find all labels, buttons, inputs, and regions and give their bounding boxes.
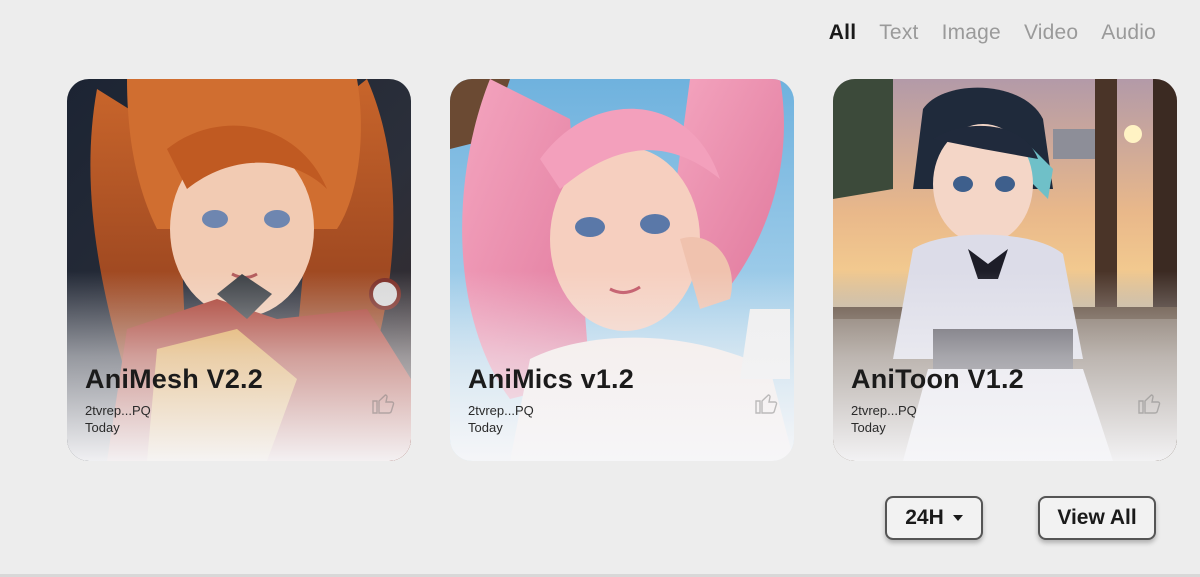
- tab-image[interactable]: Image: [942, 20, 1001, 46]
- model-card-list: AniMesh V2.2 2tvrep...PQ Today AniMics v…: [67, 79, 1177, 461]
- card-date: Today: [85, 420, 120, 435]
- card-title: AniToon V1.2: [851, 364, 1024, 394]
- model-card-anitoon[interactable]: AniToon V1.2 2tvrep...PQ Today: [833, 79, 1177, 461]
- card-title: AniMesh V2.2: [85, 364, 263, 394]
- model-card-animesh[interactable]: AniMesh V2.2 2tvrep...PQ Today: [67, 79, 411, 461]
- tab-all[interactable]: All: [829, 20, 856, 46]
- card-date: Today: [468, 420, 503, 435]
- card-author: 2tvrep...PQ: [85, 403, 151, 418]
- card-author: 2tvrep...PQ: [468, 403, 534, 418]
- time-range-dropdown[interactable]: 24H: [885, 496, 983, 540]
- tab-video[interactable]: Video: [1024, 20, 1078, 46]
- card-title: AniMics v1.2: [468, 364, 634, 394]
- model-card-animics[interactable]: AniMics v1.2 2tvrep...PQ Today: [450, 79, 794, 461]
- thumbs-up-icon: [1138, 394, 1161, 414]
- tab-audio[interactable]: Audio: [1101, 20, 1156, 46]
- caret-down-icon: [952, 515, 963, 521]
- card-author: 2tvrep...PQ: [851, 403, 917, 418]
- card-date: Today: [851, 420, 886, 435]
- time-range-label: 24H: [905, 506, 944, 529]
- view-all-button[interactable]: View All: [1038, 496, 1156, 540]
- thumbs-up-icon: [372, 394, 395, 414]
- model-gallery-page: All Text Image Video Audio AniMesh V2.2 …: [0, 0, 1200, 577]
- tab-text[interactable]: Text: [879, 20, 918, 46]
- category-tabs: All Text Image Video Audio: [829, 20, 1156, 46]
- thumbs-up-icon: [755, 394, 778, 414]
